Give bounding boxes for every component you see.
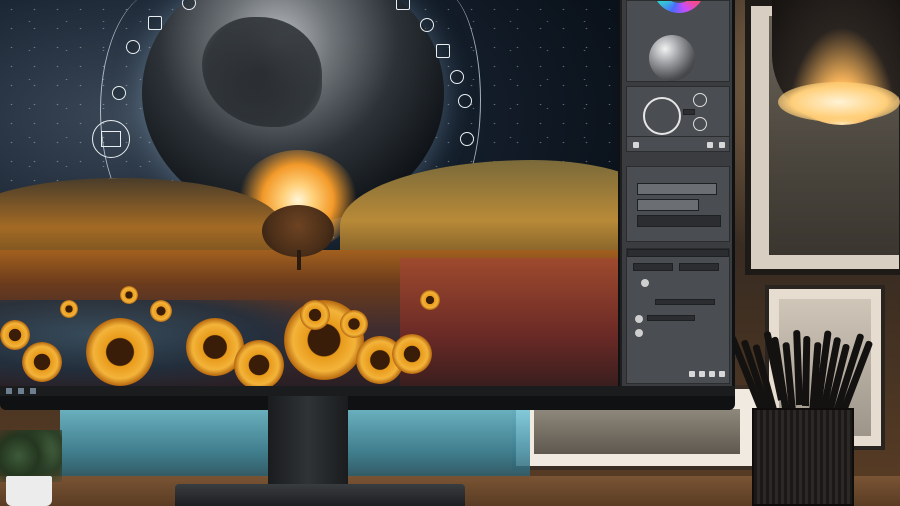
sunflower — [340, 310, 368, 338]
taskbar-app-icon[interactable] — [30, 388, 36, 394]
sunflower — [234, 340, 284, 386]
sunflower — [86, 318, 154, 386]
device-icon — [92, 120, 130, 158]
start-icon[interactable] — [6, 388, 12, 394]
monitor-base — [175, 484, 465, 506]
editor-side-panel — [620, 0, 732, 386]
color-wheel-icon[interactable] — [653, 1, 705, 13]
sunflower — [0, 320, 30, 350]
lamp-bulb — [778, 82, 900, 122]
sunflower — [300, 300, 330, 330]
brush-small-icon[interactable] — [693, 93, 707, 107]
sunflower — [150, 300, 172, 322]
sunflower — [392, 334, 432, 374]
layers-panel — [626, 166, 730, 242]
monitor — [0, 0, 735, 410]
circle-node-icon — [450, 70, 464, 84]
monitor-screen — [0, 0, 618, 386]
property-toggle[interactable] — [635, 315, 643, 323]
sunflower — [22, 342, 62, 382]
panel-action-icon[interactable] — [689, 371, 695, 377]
taskbar-app-icon[interactable] — [18, 388, 24, 394]
layer-row[interactable] — [637, 199, 699, 211]
potted-plant — [0, 430, 62, 506]
sunflower — [420, 290, 440, 310]
properties-panel — [626, 248, 730, 384]
property-toggle[interactable] — [635, 329, 643, 337]
color-panel — [626, 0, 730, 82]
tool-icon[interactable] — [633, 142, 639, 148]
properties-header — [627, 249, 729, 257]
panel-action-icon[interactable] — [709, 371, 715, 377]
tool-icon[interactable] — [719, 142, 725, 148]
tool-strip — [626, 136, 730, 152]
panel-action-icon[interactable] — [719, 371, 725, 377]
sunflower — [60, 300, 78, 318]
property-toggle[interactable] — [641, 279, 649, 287]
property-slider[interactable] — [647, 315, 695, 321]
layer-row[interactable] — [637, 183, 717, 195]
diamond-icon — [420, 18, 434, 32]
pencil — [802, 335, 811, 407]
pencil-cup — [752, 408, 854, 506]
brush-size-slider[interactable] — [683, 109, 695, 115]
taskbar — [0, 386, 735, 396]
red-grass — [400, 258, 618, 386]
brush-small-icon[interactable] — [693, 117, 707, 131]
user-icon — [396, 0, 410, 10]
sunflower — [120, 286, 138, 304]
square-node-icon — [148, 16, 162, 30]
layer-row[interactable] — [637, 215, 721, 227]
tree-trunk — [297, 250, 301, 270]
circle-node-icon — [126, 40, 140, 54]
circle-node-icon — [460, 132, 474, 146]
panel-action-icon[interactable] — [699, 371, 705, 377]
property-field[interactable] — [679, 263, 719, 271]
brush-ring-icon[interactable] — [643, 97, 681, 135]
property-field[interactable] — [633, 263, 673, 271]
circle-node-icon — [458, 94, 472, 108]
property-slider[interactable] — [655, 299, 715, 305]
tool-icon[interactable] — [707, 142, 713, 148]
circle-node-icon — [112, 86, 126, 100]
circle-node-icon — [436, 44, 450, 58]
sphere-preview-icon — [649, 35, 695, 81]
